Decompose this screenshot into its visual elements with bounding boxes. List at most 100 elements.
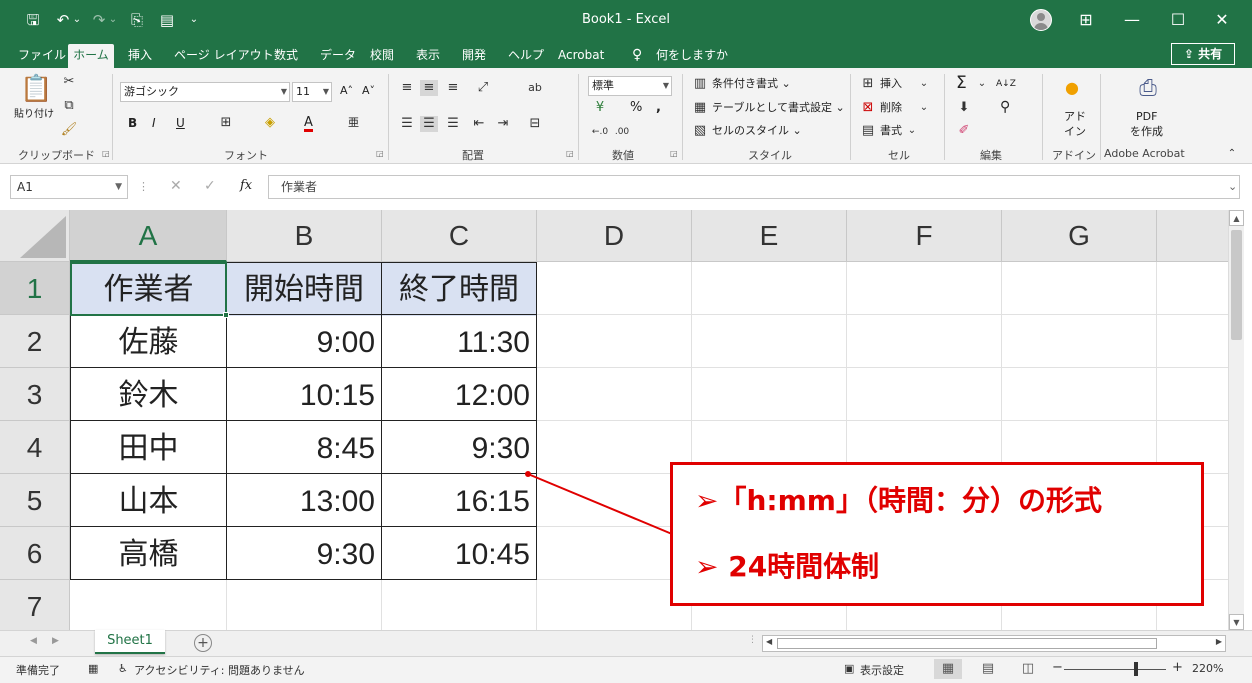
create-pdf-label-line1[interactable]: PDF	[1136, 110, 1157, 124]
scroll-down-icon[interactable]: ▼	[1229, 614, 1244, 630]
splitter-handle[interactable]: ⋮	[748, 635, 757, 645]
fill-handle[interactable]	[223, 312, 229, 318]
cell-styles-icon[interactable]: ▧	[692, 123, 708, 139]
expand-formula-bar-icon[interactable]: ⌄	[1228, 180, 1237, 194]
delete-dropdown-icon[interactable]: ⌄	[918, 100, 930, 116]
account-avatar-icon[interactable]	[1030, 9, 1052, 31]
format-dropdown-icon[interactable]: ⌄	[906, 123, 918, 139]
tell-me-search[interactable]: 何をしますか	[652, 44, 732, 68]
format-as-table-icon[interactable]: ▦	[692, 100, 708, 116]
tab-data[interactable]: データ	[316, 44, 360, 68]
font-color-button[interactable]: A	[304, 116, 313, 132]
sort-filter-button[interactable]: A↓Z	[996, 77, 1016, 91]
row-header-3[interactable]: 3	[0, 368, 70, 421]
cancel-icon[interactable]: ✕	[170, 179, 182, 193]
tab-page-layout[interactable]: ページ レイアウト	[170, 44, 278, 68]
insert-function-icon[interactable]: fx	[240, 179, 252, 193]
align-right-icon[interactable]: ☰	[444, 116, 462, 132]
cell-b4[interactable]: 8:45	[227, 422, 381, 475]
macro-record-icon[interactable]: ▦	[88, 662, 98, 675]
zoom-slider[interactable]	[1064, 669, 1166, 670]
underline-button[interactable]: U	[176, 116, 185, 130]
italic-button[interactable]: I	[152, 116, 156, 130]
row-header-6[interactable]: 6	[0, 527, 70, 580]
insert-cells-icon[interactable]: ⊞	[860, 76, 876, 92]
sheet-tab-sheet1[interactable]: Sheet1	[95, 630, 165, 654]
tab-view[interactable]: 表示	[412, 44, 444, 68]
ribbon-display-options-button[interactable]: ⊞	[1066, 6, 1106, 34]
zoom-in-button[interactable]: +	[1172, 660, 1183, 675]
column-header-a[interactable]: A	[70, 210, 227, 262]
accessibility-icon[interactable]: ♿	[118, 662, 128, 675]
autosum-dropdown-icon[interactable]: ⌄	[976, 76, 988, 92]
cell-b5[interactable]: 13:00	[227, 475, 381, 528]
merge-center-icon[interactable]: ⊟	[526, 116, 544, 132]
shrink-font-button[interactable]: A˅	[362, 84, 375, 98]
cell-c2[interactable]: 11:30	[382, 316, 536, 369]
autosum-button[interactable]: Σ	[956, 74, 967, 92]
normal-view-icon[interactable]: ▦	[934, 659, 962, 679]
align-left-icon[interactable]: ☰	[398, 116, 416, 132]
column-header-e[interactable]: E	[692, 210, 847, 262]
increase-decimal-icon[interactable]: ←.0	[590, 124, 610, 140]
name-box[interactable]: A1 ▼	[10, 175, 128, 199]
tab-formulas[interactable]: 数式	[270, 44, 302, 68]
column-header-b[interactable]: B	[227, 210, 382, 262]
create-pdf-label-line2[interactable]: を作成	[1130, 125, 1163, 139]
row-header-4[interactable]: 4	[0, 421, 70, 474]
tab-review[interactable]: 校閲	[366, 44, 398, 68]
copy-icon[interactable]: ⧉	[60, 98, 78, 114]
row-header-2[interactable]: 2	[0, 315, 70, 368]
column-header-d[interactable]: D	[537, 210, 692, 262]
vertical-scroll-thumb[interactable]	[1231, 230, 1242, 340]
delete-cells-button[interactable]: 削除	[880, 101, 902, 115]
font-size-combo[interactable]: 11 ▼	[292, 82, 332, 102]
align-bottom-icon[interactable]: ≡	[444, 80, 462, 96]
tab-developer[interactable]: 開発	[458, 44, 490, 68]
wrap-text-icon[interactable]: ab	[526, 80, 544, 96]
cell-a6[interactable]: 高橋	[71, 528, 226, 581]
column-header-c[interactable]: C	[382, 210, 537, 262]
cell-c1[interactable]: 終了時間	[382, 263, 536, 316]
addins-icon[interactable]: ●	[1064, 80, 1080, 96]
cell-a2[interactable]: 佐藤	[71, 316, 226, 369]
format-cells-button[interactable]: 書式	[880, 124, 902, 138]
cell-a4[interactable]: 田中	[71, 422, 226, 475]
scroll-up-icon[interactable]: ▲	[1229, 210, 1244, 226]
align-center-icon[interactable]: ☰	[420, 116, 438, 132]
cell-b6[interactable]: 9:30	[227, 528, 381, 581]
zoom-level[interactable]: 220%	[1192, 662, 1223, 675]
scroll-left-icon[interactable]: ◀	[766, 637, 772, 646]
cell-b2[interactable]: 9:00	[227, 316, 381, 369]
format-cells-icon[interactable]: ▤	[860, 123, 876, 139]
row-header-7[interactable]: 7	[0, 580, 70, 630]
accessibility-status[interactable]: アクセシビリティ: 問題ありません	[134, 662, 305, 678]
cell-c4[interactable]: 9:30	[382, 422, 536, 475]
cell-c6[interactable]: 10:45	[382, 528, 536, 581]
zoom-out-button[interactable]: −	[1052, 660, 1063, 675]
cell-a3[interactable]: 鈴木	[71, 369, 226, 422]
cell-styles-button[interactable]: セルのスタイル ⌄	[712, 124, 802, 138]
create-pdf-icon[interactable]: ⎙	[1136, 76, 1160, 102]
decrease-decimal-icon[interactable]: .00	[612, 124, 632, 140]
clipboard-launcher-icon[interactable]: ◲	[102, 149, 110, 158]
delete-cells-icon[interactable]: ⊠	[860, 100, 876, 116]
cell-c3[interactable]: 12:00	[382, 369, 536, 422]
horizontal-scrollbar[interactable]: ◀ ▶	[762, 635, 1226, 652]
currency-icon[interactable]: ¥	[590, 100, 610, 116]
minimize-button[interactable]: —	[1112, 6, 1152, 34]
row-header-1[interactable]: 1	[0, 262, 70, 315]
insert-cells-button[interactable]: 挿入	[880, 77, 902, 91]
conditional-formatting-button[interactable]: 条件付き書式 ⌄	[712, 77, 791, 91]
insert-dropdown-icon[interactable]: ⌄	[918, 76, 930, 92]
decrease-indent-icon[interactable]: ⇤	[470, 116, 488, 132]
borders-icon[interactable]: ⊞	[216, 115, 236, 131]
display-settings-button[interactable]: 表示設定	[860, 662, 904, 678]
horizontal-scroll-thumb[interactable]	[777, 638, 1157, 649]
row-header-5[interactable]: 5	[0, 474, 70, 527]
orientation-icon[interactable]: ⤢	[472, 80, 494, 96]
tab-insert[interactable]: 挿入	[124, 44, 156, 68]
addins-label-line1[interactable]: アド	[1064, 110, 1086, 124]
number-format-combo[interactable]: 標準 ▼	[588, 76, 672, 96]
page-layout-view-icon[interactable]: ▤	[974, 659, 1002, 679]
